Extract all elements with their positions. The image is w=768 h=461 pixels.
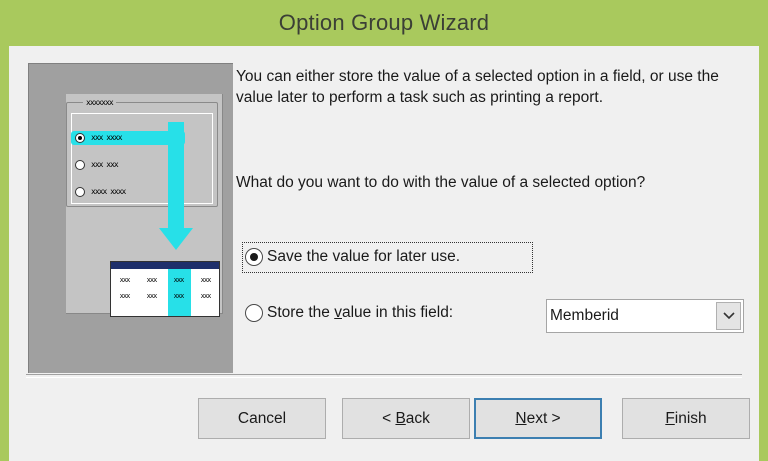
wizard-description: You can either store the value of a sele… xyxy=(236,68,719,106)
illustration-option-group: xxxxxxx xxx xxxx xxx xxx xxxx xxxx xyxy=(66,99,218,207)
illustration-option: xxx xxxx xyxy=(75,133,123,143)
cancel-button[interactable]: Cancel xyxy=(198,398,326,439)
window-title: Option Group Wizard xyxy=(278,10,490,35)
back-button[interactable]: < Back xyxy=(342,398,470,439)
illustration-group-label: xxxxxxx xyxy=(83,99,116,107)
wizard-body: xxxxxxx xxx xxxx xxx xxx xxxx xxxx xxx x… xyxy=(9,46,759,461)
field-select-value: Memberid xyxy=(550,307,619,324)
mini-radio-icon xyxy=(75,133,85,143)
mini-radio-icon xyxy=(75,187,85,197)
illustration-arrow-vertical xyxy=(168,122,184,230)
illustration-table: xxx xxx xxx xxx xxx xxx xxx xxx xyxy=(110,261,220,317)
radio-unselected-icon[interactable] xyxy=(245,304,263,322)
arrow-down-icon xyxy=(159,228,193,250)
separator xyxy=(26,374,742,378)
save-for-later-label: Save the value for later use. xyxy=(267,248,461,265)
store-in-field-label: Store the value in this field: xyxy=(267,304,454,321)
field-select[interactable]: Memberid xyxy=(546,299,744,333)
illustration-panel: xxxxxxx xxx xxxx xxx xxx xxxx xxxx xxx x… xyxy=(66,94,223,317)
illustration-option: xxx xxx xyxy=(75,160,119,170)
title-bar: Option Group Wizard xyxy=(0,0,768,46)
chevron-down-icon[interactable] xyxy=(716,302,741,330)
wizard-illustration: xxxxxxx xxx xxxx xxx xxx xxxx xxxx xxx x… xyxy=(28,63,233,373)
next-button[interactable]: Next > xyxy=(474,398,602,439)
wizard-question: What do you want to do with the value of… xyxy=(236,174,646,191)
finish-button[interactable]: Finish xyxy=(622,398,750,439)
radio-selected-icon[interactable] xyxy=(245,248,263,266)
mini-radio-icon xyxy=(75,160,85,170)
illustration-table-row: xxx xxx xxx xxx xyxy=(119,292,212,300)
store-in-field-option[interactable]: Store the value in this field: xyxy=(245,304,453,322)
illustration-table-row: xxx xxx xxx xxx xyxy=(119,276,212,284)
illustration-option: xxxx xxxx xyxy=(75,187,126,197)
save-for-later-option[interactable]: Save the value for later use. xyxy=(245,248,460,266)
